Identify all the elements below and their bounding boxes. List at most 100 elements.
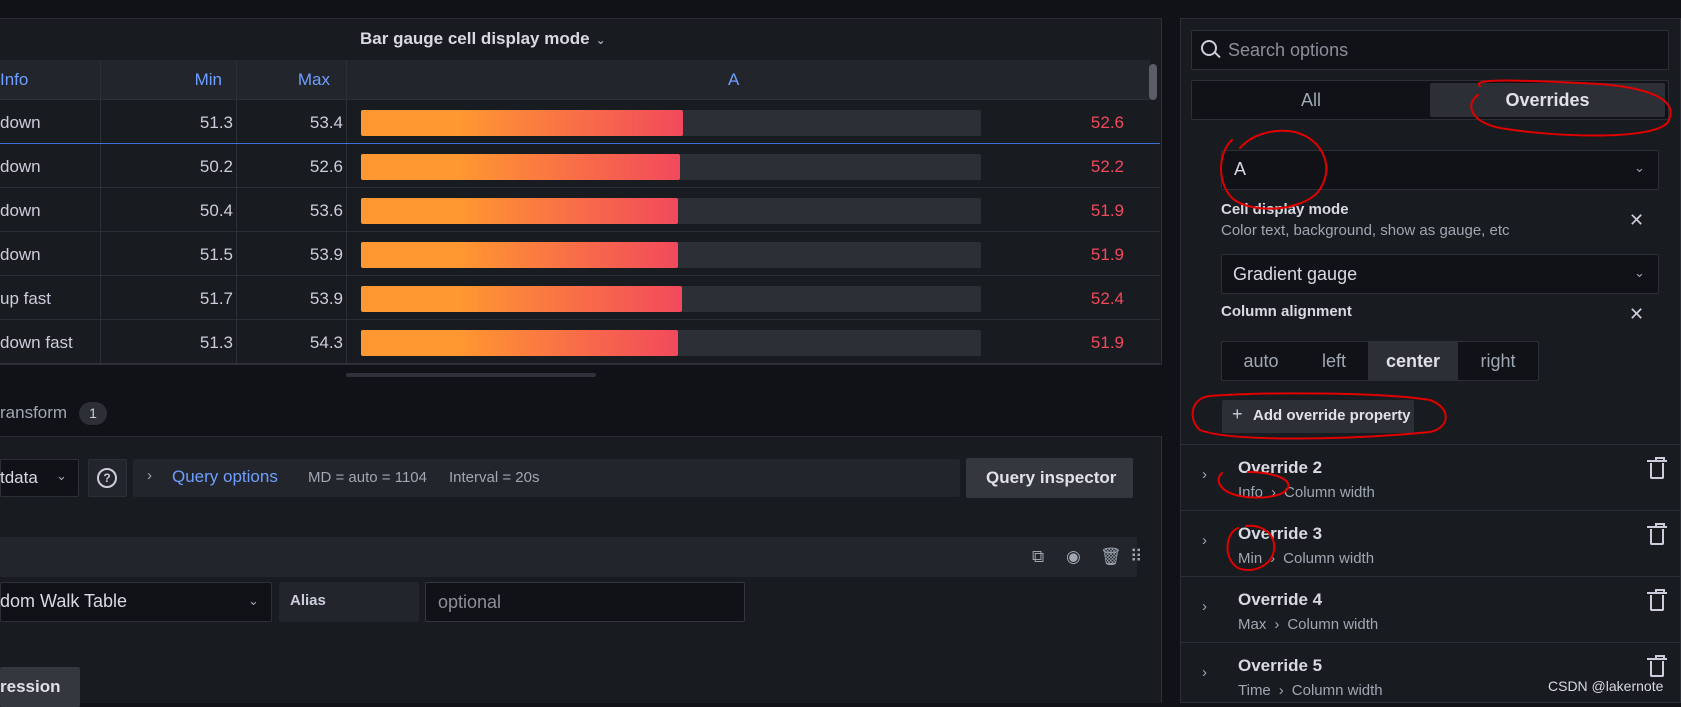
bar-gauge [361, 198, 981, 224]
bar-gauge-fill [361, 286, 682, 312]
override-summary: Time › Column width [1238, 682, 1383, 699]
question-circle-icon: ? [97, 468, 117, 488]
bar-gauge-fill [361, 330, 678, 356]
close-icon[interactable]: ✕ [1629, 210, 1644, 231]
scenario-value: dom Walk Table [0, 591, 128, 611]
tab-overrides[interactable]: Overrides [1430, 83, 1665, 117]
close-icon[interactable]: ✕ [1629, 304, 1644, 325]
plus-icon: + [1232, 404, 1243, 424]
chevron-right-icon[interactable]: › [1202, 598, 1207, 615]
cell-a-value: 52.2 [1090, 157, 1124, 176]
transform-tab-label[interactable]: ransform [0, 403, 67, 423]
drag-handle-icon[interactable]: ⠿ [1130, 547, 1143, 567]
column-header-min[interactable]: Min [190, 70, 222, 90]
copy-icon[interactable]: ⧉ [1032, 547, 1044, 567]
override-summary: Max › Column width [1238, 616, 1378, 633]
table-vertical-scrollbar[interactable] [1149, 64, 1157, 100]
add-expression-label: ression [0, 677, 61, 696]
override-field-select[interactable] [1221, 150, 1659, 190]
override-field-value: A [1234, 159, 1247, 179]
query-options-link[interactable]: Query options [172, 467, 278, 487]
cell-display-mode-value: Gradient gauge [1233, 264, 1358, 284]
cell-a-value: 51.9 [1090, 333, 1124, 352]
align-option-center[interactable]: center [1368, 342, 1458, 380]
override-field: Info [1238, 484, 1264, 501]
chevron-right-icon[interactable]: › [1202, 664, 1207, 681]
override-summary: Info › Column width [1238, 484, 1375, 501]
trash-icon[interactable]: 🗑 [1100, 547, 1122, 567]
chevron-right-icon[interactable]: › [1202, 532, 1207, 549]
table-horizontal-scrollbar[interactable] [346, 373, 596, 377]
alias-input[interactable]: optional [425, 582, 745, 622]
divider [1181, 510, 1681, 511]
cell-max: 53.9 [309, 245, 343, 264]
column-header-a[interactable]: A [728, 70, 739, 90]
cell-max: 54.3 [309, 333, 343, 352]
override-title: Override 2 [1238, 458, 1323, 477]
chevron-right-icon: › [147, 467, 152, 484]
interval-info: Interval = 20s [449, 469, 540, 486]
override-field: Max [1238, 616, 1267, 633]
chevron-right-icon: › [1274, 616, 1280, 633]
transform-count-badge: 1 [79, 402, 107, 425]
divider [1181, 444, 1681, 445]
panel-title[interactable]: Bar gauge cell display mode ⌄ [360, 29, 606, 49]
trash-icon[interactable] [1647, 655, 1667, 677]
chevron-right-icon[interactable]: › [1202, 466, 1207, 483]
table-row[interactable]: down 50.2 52.6 52.2 [0, 145, 1160, 188]
cell-a-value: 51.9 [1090, 245, 1124, 264]
search-icon [1201, 40, 1217, 56]
table-row[interactable]: down fast 51.3 54.3 51.9 [0, 321, 1160, 364]
cell-info: down fast [0, 333, 73, 352]
cell-a-value: 52.4 [1090, 289, 1124, 308]
cell-min: 50.4 [199, 201, 233, 220]
bar-gauge [361, 286, 981, 312]
align-option-right[interactable]: right [1458, 342, 1538, 380]
column-alignment-title: Column alignment [1221, 303, 1352, 320]
cell-min: 51.5 [199, 245, 233, 264]
trash-icon[interactable] [1647, 457, 1667, 479]
cell-info: down [0, 245, 41, 264]
override-field: Time [1238, 682, 1271, 699]
table-header [0, 60, 1150, 100]
add-override-property-label: Add override property [1253, 407, 1411, 424]
chevron-down-icon: ⌄ [595, 33, 606, 47]
override-property: Column width [1287, 616, 1379, 633]
table-row[interactable]: down 51.3 53.4 52.6 [0, 101, 1160, 144]
bar-gauge [361, 330, 981, 356]
eye-icon[interactable]: ◉ [1066, 547, 1081, 567]
override-title: Override 5 [1238, 656, 1323, 675]
cell-min: 51.3 [199, 113, 233, 132]
table-row[interactable]: down 51.5 53.9 51.9 [0, 233, 1160, 276]
bar-gauge [361, 242, 981, 268]
align-option-auto[interactable]: auto [1222, 342, 1300, 380]
query-row-header [0, 537, 1137, 577]
table-row[interactable]: up fast 51.7 53.9 52.4 [0, 277, 1160, 320]
bar-gauge-fill [361, 198, 678, 224]
cell-min: 50.2 [199, 157, 233, 176]
divider [1181, 642, 1681, 643]
chevron-right-icon: › [1271, 484, 1277, 501]
trash-icon[interactable] [1647, 589, 1667, 611]
watermark: CSDN @lakernote [1548, 678, 1664, 694]
bar-gauge-fill [361, 110, 683, 136]
divider [1181, 576, 1681, 577]
override-property: Column width [1283, 550, 1375, 567]
column-header-info[interactable]: Info [0, 70, 28, 90]
cell-info: down [0, 113, 41, 132]
override-property: Column width [1284, 484, 1375, 501]
alias-label: Alias [290, 592, 326, 609]
cell-min: 51.3 [199, 333, 233, 352]
bar-gauge-fill [361, 242, 678, 268]
column-header-max[interactable]: Max [290, 70, 330, 90]
cell-max: 53.6 [309, 201, 343, 220]
tab-all[interactable]: All [1192, 81, 1430, 119]
override-field: Min [1238, 550, 1263, 567]
trash-icon[interactable] [1647, 523, 1667, 545]
chevron-down-icon: ⌄ [1634, 160, 1645, 175]
table-row[interactable]: down 50.4 53.6 51.9 [0, 189, 1160, 232]
align-option-left[interactable]: left [1300, 342, 1368, 380]
bar-gauge [361, 154, 981, 180]
chevron-down-icon: ⌄ [1634, 265, 1645, 280]
cell-max: 53.4 [309, 113, 343, 132]
